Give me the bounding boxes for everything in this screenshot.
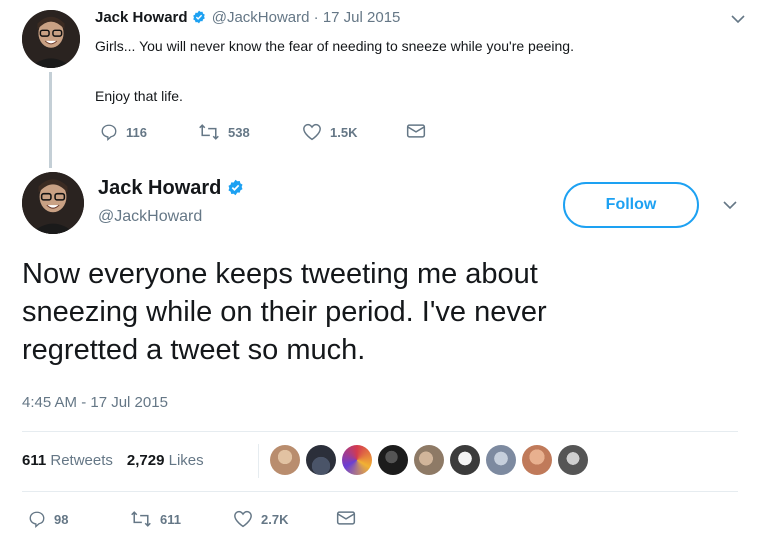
liker-avatar[interactable] xyxy=(342,445,372,475)
tweet-stats: 611 Retweets 2,729 Likes xyxy=(22,452,204,469)
retweet-button[interactable]: 611 xyxy=(130,510,181,528)
author-name-row[interactable]: Jack Howard xyxy=(98,177,246,200)
stats-divider xyxy=(258,444,259,478)
retweets-stat-label: Retweets xyxy=(50,452,113,469)
reply-count: 98 xyxy=(54,511,69,527)
like-count: 1.5K xyxy=(330,124,358,140)
chevron-down-icon[interactable] xyxy=(731,14,745,24)
reply-button[interactable]: 98 xyxy=(28,510,68,528)
verified-badge-icon xyxy=(192,10,205,24)
thread-connector-line xyxy=(49,72,52,168)
direct-message-button[interactable] xyxy=(406,123,426,139)
author-avatar[interactable] xyxy=(22,172,84,234)
parent-tweet-text-line1: Girls... You will never know the fear of… xyxy=(95,38,574,54)
reply-icon xyxy=(101,124,117,141)
liker-avatar[interactable] xyxy=(558,445,588,475)
retweets-stat-count: 611 xyxy=(22,452,47,469)
tweet-timestamp[interactable]: 4:45 AM - 17 Jul 2015 xyxy=(22,394,168,411)
likes-stat-label: Likes xyxy=(168,452,204,469)
retweet-button[interactable]: 538 xyxy=(198,123,250,141)
parent-tweet-header: Jack Howard @JackHoward · 17 Jul 2015 xyxy=(95,9,400,26)
liker-avatar[interactable] xyxy=(306,445,336,475)
tweet-text: Now everyone keeps tweeting me about sne… xyxy=(22,255,742,369)
reply-count: 116 xyxy=(126,124,147,140)
author-name[interactable]: Jack Howard xyxy=(98,177,221,199)
liker-avatar[interactable] xyxy=(486,445,516,475)
likes-stat-count: 2,729 xyxy=(126,452,165,469)
likes-stat[interactable]: 2,729 Likes xyxy=(127,452,204,469)
author-handle[interactable]: @JackHoward xyxy=(98,208,202,226)
liker-avatars xyxy=(270,445,588,475)
liker-avatar[interactable] xyxy=(414,445,444,475)
follow-button[interactable]: Follow xyxy=(563,182,699,228)
liker-avatar[interactable] xyxy=(378,445,408,475)
divider xyxy=(22,431,738,432)
retweet-count: 538 xyxy=(228,124,250,140)
tweet-date[interactable]: · 17 Jul 2015 xyxy=(314,9,401,26)
like-icon xyxy=(234,510,252,528)
reply-button[interactable]: 116 xyxy=(100,123,147,141)
retweet-count: 611 xyxy=(160,511,181,527)
author-name[interactable]: Jack Howard xyxy=(95,9,188,26)
tweet-text-line: sneezing while on their period. I've nev… xyxy=(22,296,547,328)
author-avatar[interactable] xyxy=(22,10,80,68)
like-count: 2.7K xyxy=(261,511,289,527)
like-icon xyxy=(303,123,321,141)
retweet-icon xyxy=(131,511,151,527)
parent-tweet-text-line2: Enjoy that life. xyxy=(95,88,183,104)
retweets-stat[interactable]: 611 Retweets xyxy=(22,452,113,469)
like-button[interactable]: 1.5K xyxy=(302,123,357,141)
verified-badge-icon xyxy=(228,179,243,196)
direct-message-icon xyxy=(336,511,356,525)
tweet-text-line: Now everyone keeps tweeting me about xyxy=(22,258,538,290)
direct-message-icon xyxy=(406,124,426,138)
divider xyxy=(22,491,738,492)
liker-avatar[interactable] xyxy=(450,445,480,475)
retweet-icon xyxy=(199,124,219,140)
liker-avatar[interactable] xyxy=(270,445,300,475)
like-button[interactable]: 2.7K xyxy=(233,510,288,528)
chevron-down-icon[interactable] xyxy=(723,200,737,210)
tweet-text-line: regretted a tweet so much. xyxy=(22,334,366,366)
liker-avatar[interactable] xyxy=(522,445,552,475)
direct-message-button[interactable] xyxy=(336,510,356,526)
author-handle[interactable]: @JackHoward xyxy=(212,9,310,26)
reply-icon xyxy=(29,511,45,528)
